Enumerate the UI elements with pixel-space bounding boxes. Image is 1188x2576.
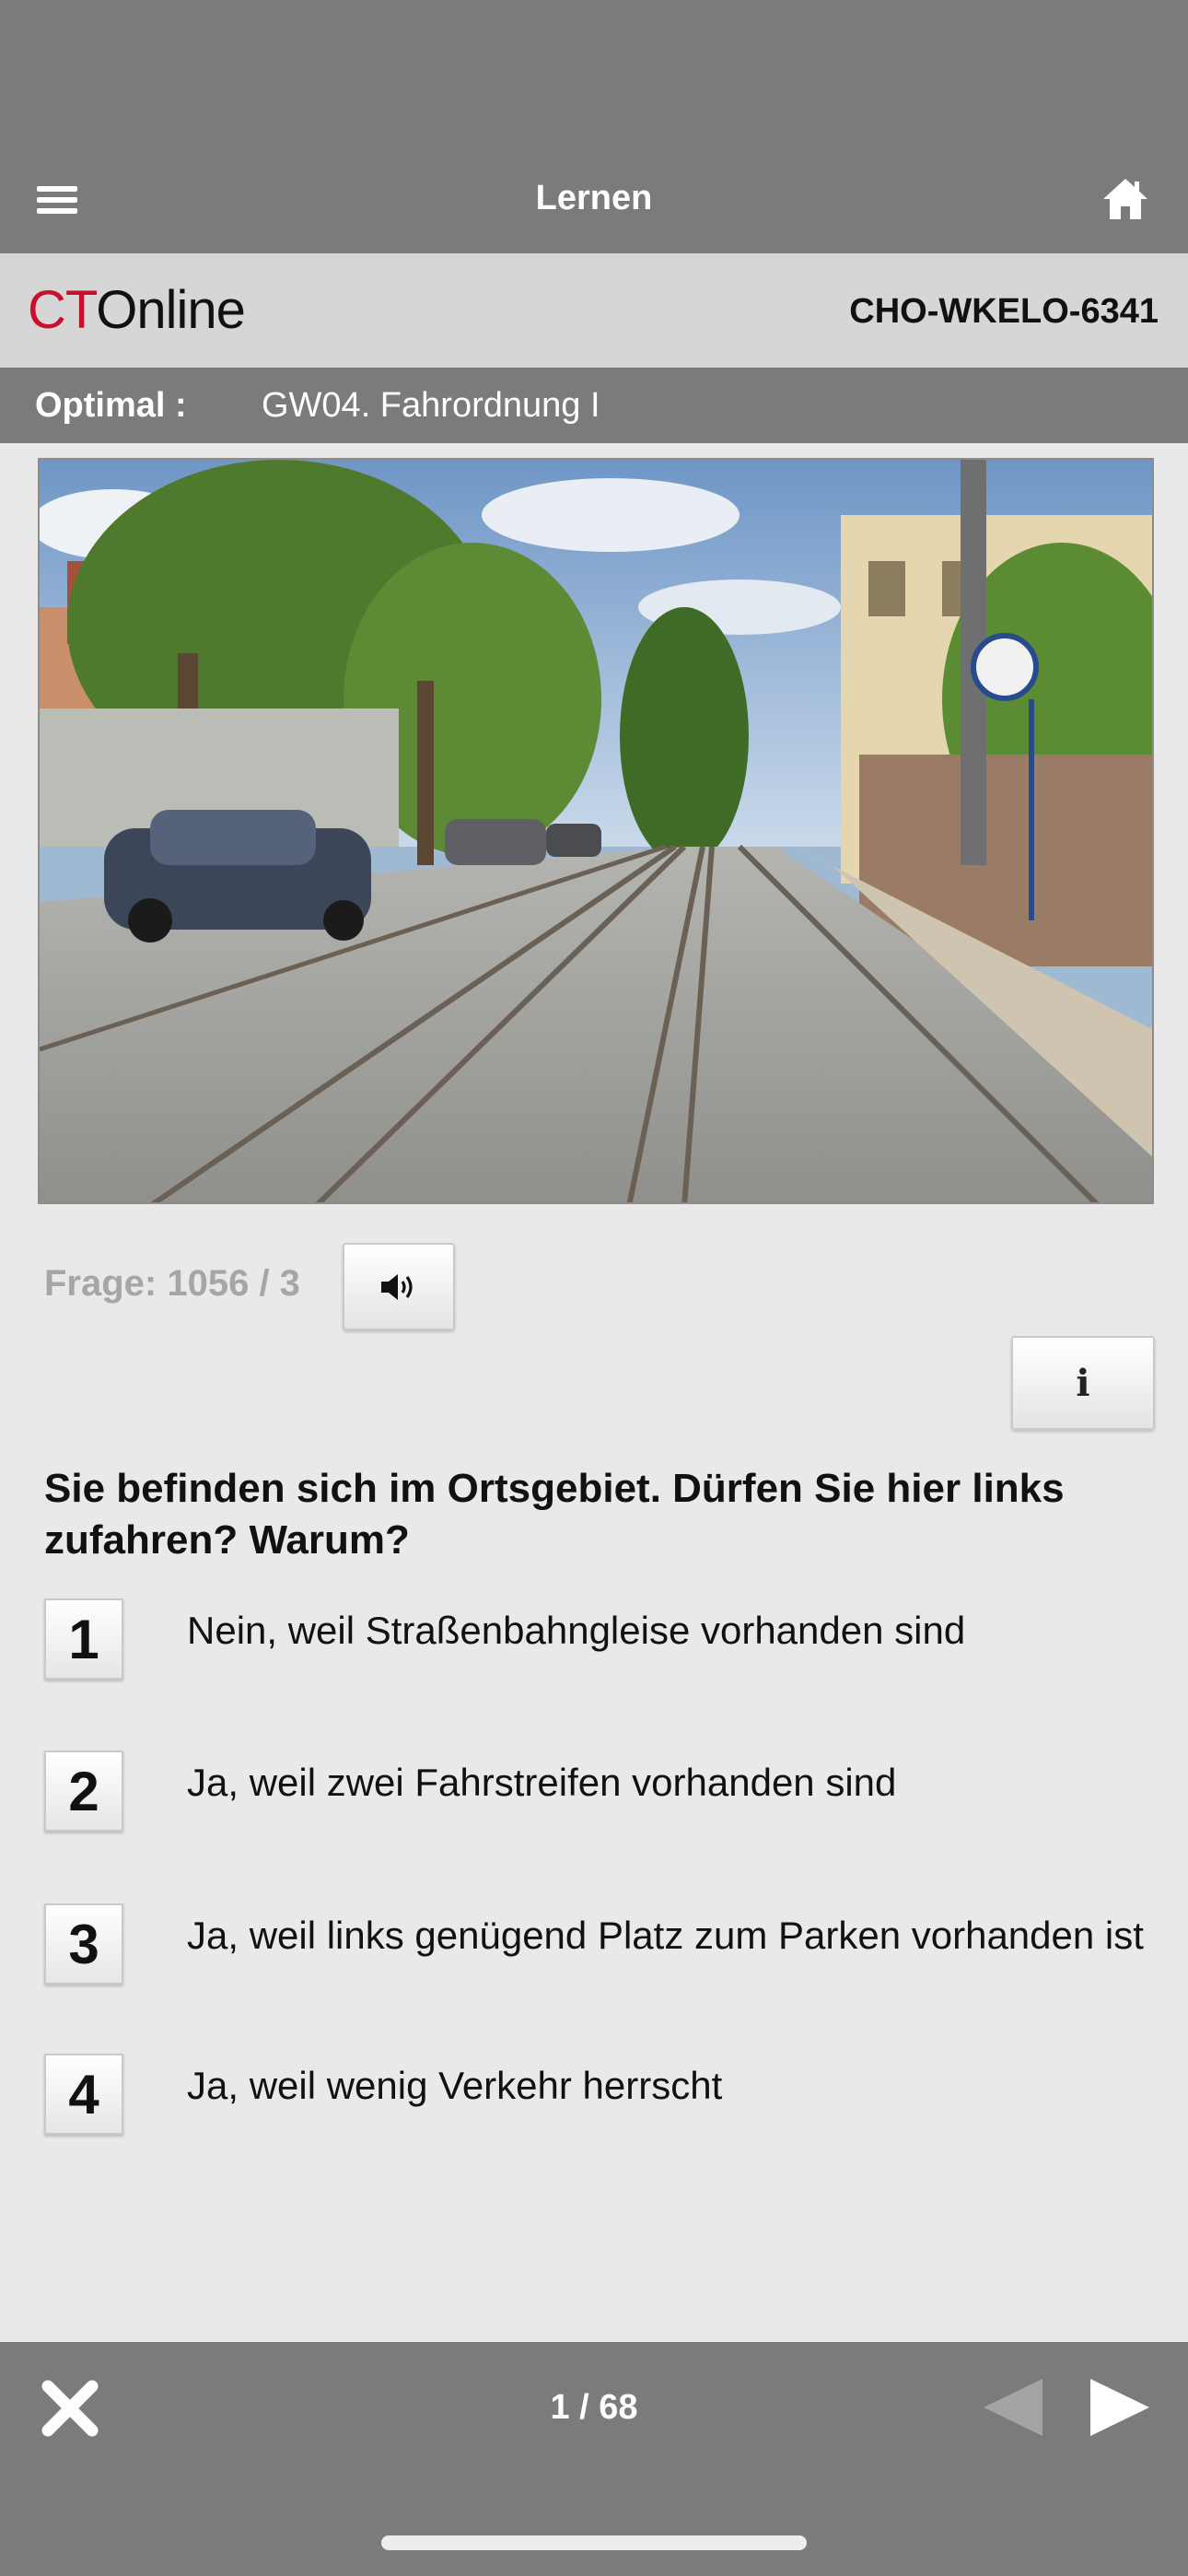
arrow-right-icon[interactable] <box>1089 2377 1151 2438</box>
answer-option-3[interactable]: 3 Ja, weil links genügend Platz zum Park… <box>44 1903 1159 1996</box>
home-indicator[interactable] <box>381 2535 807 2550</box>
question-counter: Frage: 1056 / 3 <box>44 1263 300 1304</box>
mode-label: Optimal : <box>35 386 187 425</box>
answer-text: Ja, weil wenig Verkehr herrscht <box>187 2064 723 2107</box>
status-bar-area <box>0 0 1188 147</box>
audio-button[interactable] <box>343 1243 455 1330</box>
answer-text: Nein, weil Straßenbahngleise vorhanden s… <box>187 1609 966 1652</box>
chapter-title: GW04. Fahrordnung I <box>262 386 600 425</box>
category-bar: Optimal : GW04. Fahrordnung I <box>0 368 1188 443</box>
answer-option-4[interactable]: 4 Ja, weil wenig Verkehr herrscht <box>44 2054 1159 2146</box>
top-navigation-bar: Lernen <box>0 147 1188 253</box>
question-text: Sie befinden sich im Ortsgebiet. Dürfen … <box>44 1466 1065 1563</box>
answer-text: Ja, weil zwei Fahrstreifen vorhanden sin… <box>187 1761 897 1804</box>
ctonline-logo: CTOnline <box>28 280 246 340</box>
answer-option-2[interactable]: 2 Ja, weil zwei Fahrstreifen vorhanden s… <box>44 1751 1159 1843</box>
info-button[interactable]: i <box>1011 1336 1155 1430</box>
answer-number[interactable]: 1 <box>44 1598 123 1680</box>
answer-number[interactable]: 4 <box>44 2054 123 2135</box>
answer-text: Ja, weil links genügend Platz zum Parken… <box>187 1914 1144 1957</box>
answer-number[interactable]: 2 <box>44 1751 123 1832</box>
page-title: Lernen <box>535 179 653 217</box>
info-icon: i <box>1076 1361 1090 1405</box>
speaker-icon <box>381 1273 413 1300</box>
question-photo <box>38 458 1154 1204</box>
license-code: CHO-WKELO-6341 <box>849 292 1159 331</box>
arrow-left-icon[interactable] <box>982 2377 1044 2438</box>
home-icon[interactable] <box>1100 173 1151 225</box>
brand-bar: CTOnline CHO-WKELO-6341 <box>0 253 1188 368</box>
answer-option-1[interactable]: 1 Nein, weil Straßenbahngleise vorhanden… <box>44 1598 1159 1691</box>
answer-number[interactable]: 3 <box>44 1903 123 1985</box>
